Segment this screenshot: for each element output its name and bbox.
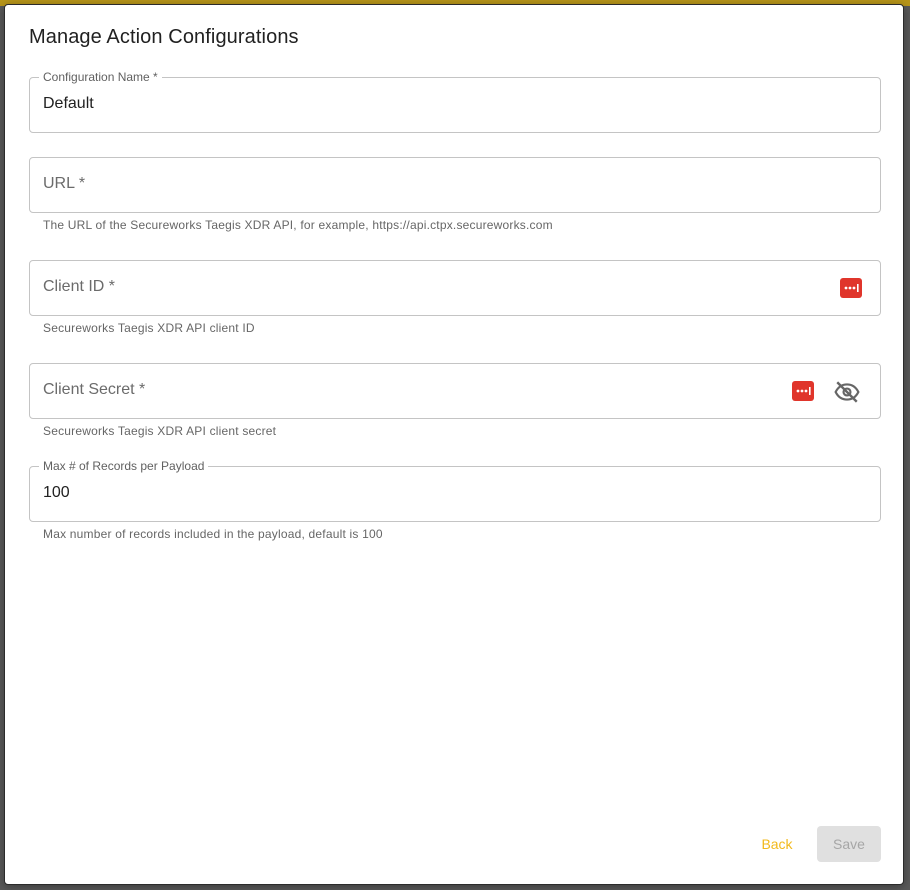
- configuration-name-field[interactable]: Configuration Name * Default: [29, 70, 881, 133]
- max-records-value[interactable]: 100: [43, 484, 70, 502]
- url-placeholder: URL *: [43, 175, 86, 192]
- url-field[interactable]: URL *: [29, 157, 881, 213]
- client-secret-field[interactable]: Client Secret *: [29, 363, 881, 419]
- password-manager-icon[interactable]: [792, 381, 814, 401]
- client-id-placeholder: Client ID *: [43, 278, 116, 295]
- configuration-name-label: Configuration Name *: [39, 70, 162, 84]
- max-records-helper-text: Max number of records included in the pa…: [43, 527, 383, 541]
- manage-action-configurations-dialog: Manage Action Configurations Configurati…: [4, 4, 904, 885]
- back-button[interactable]: Back: [749, 826, 805, 862]
- url-helper-text: The URL of the Secureworks Taegis XDR AP…: [43, 218, 553, 232]
- max-records-label: Max # of Records per Payload: [39, 459, 209, 473]
- client-id-field[interactable]: Client ID *: [29, 260, 881, 316]
- eye-off-icon[interactable]: [834, 379, 860, 405]
- client-secret-placeholder: Client Secret *: [43, 381, 146, 398]
- client-id-helper-text: Secureworks Taegis XDR API client ID: [43, 321, 255, 335]
- configuration-name-value[interactable]: Default: [43, 95, 94, 113]
- max-records-field[interactable]: Max # of Records per Payload 100: [29, 459, 881, 522]
- dialog-title: Manage Action Configurations: [29, 26, 299, 48]
- password-manager-icon[interactable]: [840, 278, 862, 298]
- client-secret-helper-text: Secureworks Taegis XDR API client secret: [43, 424, 277, 438]
- save-button[interactable]: Save: [817, 826, 881, 862]
